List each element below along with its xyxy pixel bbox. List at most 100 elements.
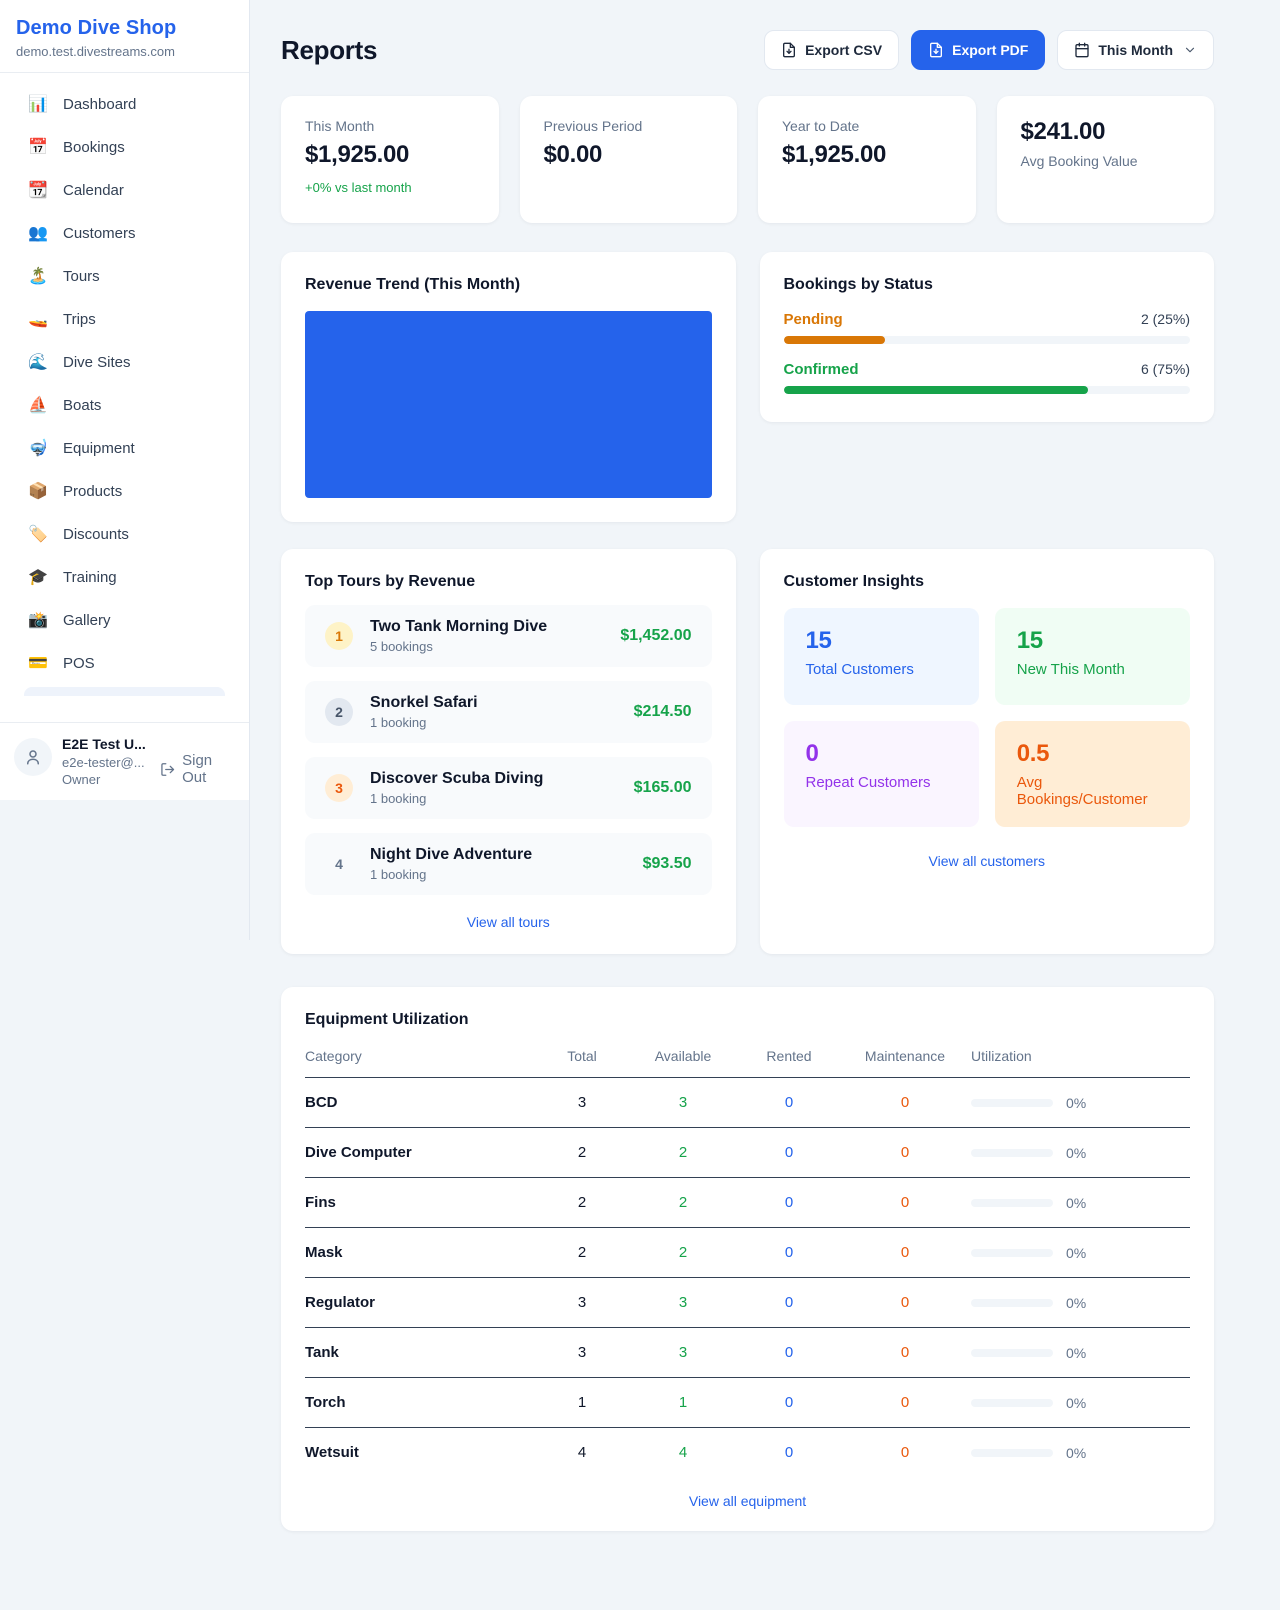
status-progress-fill [784, 386, 1089, 394]
sidebar-nav-item[interactable]: 📸 Gallery [12, 601, 237, 640]
user-email: e2e-tester@... [62, 755, 150, 770]
insight-label: Repeat Customers [806, 774, 957, 791]
tour-list-item[interactable]: 2 Snorkel Safari 1 booking $214.50 [305, 681, 712, 743]
tour-bookings: 5 bookings [370, 639, 603, 654]
utilization-percent: 0% [1066, 1195, 1086, 1211]
equipment-rented: 0 [739, 1128, 839, 1178]
equipment-available: 3 [627, 1078, 739, 1128]
tour-revenue: $165.00 [634, 779, 692, 797]
sidebar-nav-item[interactable]: 📆 Calendar [12, 171, 237, 210]
utilization-bar-track [971, 1449, 1053, 1457]
utilization-percent: 0% [1066, 1395, 1086, 1411]
sidebar-nav-item[interactable]: 📊 Dashboard [12, 85, 237, 124]
dive-sites-icon: 🌊 [28, 355, 48, 371]
tour-rank-badge: 1 [325, 622, 353, 650]
sidebar-nav-item[interactable]: 🤿 Equipment [12, 429, 237, 468]
charts-row: Revenue Trend (This Month) Bookings by S… [281, 252, 1214, 522]
calendar-icon: 📆 [28, 183, 48, 199]
sign-out-icon [160, 761, 175, 778]
insight-label: New This Month [1017, 661, 1168, 678]
sidebar-nav-label: Discounts [63, 526, 129, 543]
stat-label: Avg Booking Value [1021, 153, 1191, 169]
utilization-bar-track [971, 1149, 1053, 1157]
export-pdf-button[interactable]: Export PDF [911, 30, 1045, 70]
user-role: Owner [62, 772, 150, 787]
utilization-percent: 0% [1066, 1145, 1086, 1161]
page-header: Reports Export CSV Export PDF This Month [281, 30, 1214, 70]
equipment-available: 4 [627, 1428, 739, 1478]
sidebar-nav-item[interactable]: 🚤 Trips [12, 300, 237, 339]
tour-revenue: $1,452.00 [620, 627, 691, 645]
tour-bookings: 1 booking [370, 791, 617, 806]
stat-card: Previous Period $0.00 [520, 96, 738, 223]
view-all-equipment-link[interactable]: View all equipment [305, 1493, 1190, 1509]
sidebar-nav-label: Tours [63, 268, 100, 285]
utilization-percent: 0% [1066, 1345, 1086, 1361]
stat-label: Previous Period [544, 118, 714, 134]
view-all-customers-link[interactable]: View all customers [784, 853, 1191, 869]
tour-list-item[interactable]: 4 Night Dive Adventure 1 booking $93.50 [305, 833, 712, 895]
equipment-total: 3 [537, 1278, 627, 1328]
equipment-maintenance: 0 [839, 1328, 971, 1378]
utilization-bar-track [971, 1399, 1053, 1407]
utilization-percent: 0% [1066, 1445, 1086, 1461]
trips-icon: 🚤 [28, 312, 48, 328]
equipment-rented: 0 [739, 1278, 839, 1328]
sidebar-nav-item[interactable]: 🏝️ Tours [12, 257, 237, 296]
status-row: Pending 2 (25%) [784, 311, 1191, 344]
equipment-maintenance: 0 [839, 1178, 971, 1228]
user-name: E2E Test U... [62, 736, 150, 752]
main-content: Reports Export CSV Export PDF This Month… [250, 0, 1280, 1571]
sidebar-nav-item-partial-active[interactable] [24, 687, 225, 696]
status-count: 6 (75%) [1141, 361, 1190, 377]
utilization-percent: 0% [1066, 1095, 1086, 1111]
col-available: Available [627, 1048, 739, 1078]
utilization-bar-track [971, 1299, 1053, 1307]
tour-list-item[interactable]: 1 Two Tank Morning Dive 5 bookings $1,45… [305, 605, 712, 667]
tour-name: Night Dive Adventure [370, 846, 626, 864]
period-label: This Month [1098, 42, 1173, 58]
equipment-rented: 0 [739, 1178, 839, 1228]
insight-value: 0.5 [1017, 740, 1168, 768]
sidebar-nav-item[interactable]: 🌊 Dive Sites [12, 343, 237, 382]
view-all-tours-link[interactable]: View all tours [305, 914, 712, 930]
equipment-category: Dive Computer [305, 1128, 537, 1178]
sidebar-nav-item[interactable]: 👥 Customers [12, 214, 237, 253]
tour-rank-badge: 2 [325, 698, 353, 726]
equipment-maintenance: 0 [839, 1428, 971, 1478]
sidebar-nav-item[interactable]: ⛵ Boats [12, 386, 237, 425]
sidebar-nav-item[interactable]: 🏷️ Discounts [12, 515, 237, 554]
sidebar-nav-label: Gallery [63, 612, 111, 629]
equipment-maintenance: 0 [839, 1378, 971, 1428]
tour-name: Two Tank Morning Dive [370, 618, 603, 636]
equipment-utilization-title: Equipment Utilization [305, 1011, 1190, 1029]
avatar [14, 738, 52, 776]
equipment-available: 1 [627, 1378, 739, 1428]
sidebar-user-footer: E2E Test U... e2e-tester@... Owner Sign … [0, 722, 249, 800]
export-csv-button[interactable]: Export CSV [764, 30, 899, 70]
sidebar-nav-label: Dashboard [63, 96, 136, 113]
status-label: Pending [784, 311, 843, 328]
equipment-total: 4 [537, 1428, 627, 1478]
boats-icon: ⛵ [28, 398, 48, 414]
period-dropdown[interactable]: This Month [1057, 30, 1214, 70]
chevron-down-icon [1183, 43, 1197, 57]
equipment-maintenance: 0 [839, 1228, 971, 1278]
shop-domain: demo.test.divestreams.com [16, 44, 233, 59]
tour-list-item[interactable]: 3 Discover Scuba Diving 1 booking $165.0… [305, 757, 712, 819]
sidebar-nav-item[interactable]: 🎓 Training [12, 558, 237, 597]
revenue-bar [305, 311, 712, 498]
equipment-total: 3 [537, 1328, 627, 1378]
sign-out-button[interactable]: Sign Out [160, 752, 235, 786]
sidebar-nav-item[interactable]: 📅 Bookings [12, 128, 237, 167]
revenue-trend-title: Revenue Trend (This Month) [305, 276, 712, 294]
equipment-rented: 0 [739, 1228, 839, 1278]
equipment-category: Regulator [305, 1278, 537, 1328]
sidebar-nav-item[interactable]: 💳 POS [12, 644, 237, 683]
sidebar-border-extension [249, 800, 250, 940]
sidebar-nav-item[interactable]: 📦 Products [12, 472, 237, 511]
calendar-icon [1074, 42, 1090, 58]
sidebar: Demo Dive Shop demo.test.divestreams.com… [0, 0, 250, 800]
insights-row: Top Tours by Revenue 1 Two Tank Morning … [281, 549, 1214, 954]
tour-revenue: $214.50 [634, 703, 692, 721]
